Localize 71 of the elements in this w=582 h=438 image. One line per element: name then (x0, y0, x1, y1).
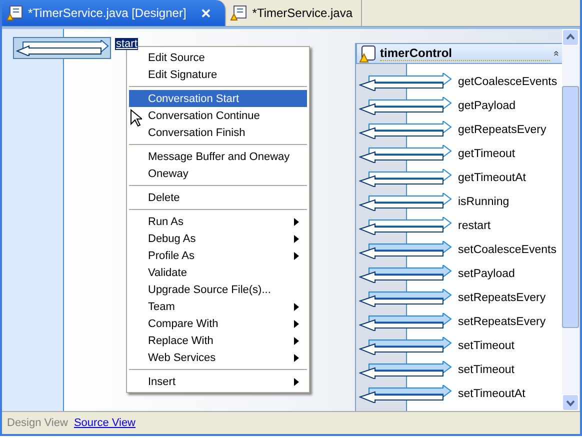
submenu-arrow-icon (294, 302, 299, 310)
start-label[interactable]: start (115, 38, 138, 50)
menu-item[interactable]: Compare With (129, 315, 307, 332)
double-arrow-icon (359, 265, 453, 283)
panel-title: timerControl (380, 46, 550, 61)
method-label[interactable]: getTimeout (458, 148, 516, 160)
menu-item[interactable]: Web Services (129, 349, 307, 366)
double-arrow-icon (15, 40, 109, 56)
menu-item[interactable]: Oneway (129, 165, 307, 182)
mouse-cursor-icon (130, 109, 142, 127)
control-warning-icon (359, 44, 377, 62)
double-arrow-icon (359, 121, 453, 139)
menu-item[interactable]: Insert (129, 373, 307, 390)
double-arrow-icon (359, 241, 453, 259)
menu-item[interactable]: Message Buffer and Oneway (129, 148, 307, 165)
double-arrow-icon (359, 337, 453, 355)
submenu-arrow-icon (294, 234, 299, 242)
menu-item[interactable]: Profile As (129, 247, 307, 264)
panel-header[interactable]: timerControl « (356, 43, 564, 64)
method-label[interactable]: getRepeatsEvery (458, 124, 546, 136)
submenu-arrow-icon (294, 354, 299, 362)
scroll-down-icon[interactable] (562, 394, 579, 411)
method-label[interactable]: setRepeatsEvery (458, 292, 546, 304)
scrollbar[interactable] (562, 29, 579, 411)
double-arrow-icon (359, 217, 453, 235)
menu-item[interactable]: Debug As (129, 230, 307, 247)
double-arrow-icon (359, 97, 453, 115)
view-link[interactable]: Source View (74, 417, 136, 429)
double-arrow-icon (359, 289, 453, 307)
double-arrow-icon (359, 145, 453, 163)
method-label[interactable]: getCoalesceEvents (458, 76, 558, 88)
double-arrow-icon (359, 73, 453, 91)
method-label[interactable]: setPayload (458, 268, 515, 280)
menu-item[interactable]: Delete (129, 189, 307, 206)
method-label[interactable]: setTimeout (458, 340, 514, 352)
submenu-arrow-icon (294, 252, 299, 260)
menu-item[interactable]: Validate (129, 264, 307, 281)
double-arrow-icon (359, 385, 453, 403)
method-label[interactable]: setRepeatsEvery (458, 316, 546, 328)
menu-item[interactable]: Upgrade Source File(s)... (129, 281, 307, 298)
submenu-arrow-icon (294, 378, 299, 386)
method-label[interactable]: setTimeout (458, 364, 514, 376)
method-label[interactable]: setTimeoutAt (458, 388, 526, 400)
method-label[interactable]: isRunning (458, 196, 510, 208)
file-warning-icon (230, 5, 248, 21)
double-arrow-icon (359, 169, 453, 187)
double-arrow-icon (359, 361, 453, 379)
menu-item[interactable]: Conversation Continue (129, 107, 307, 124)
file-warning-icon (6, 5, 24, 21)
method-label[interactable]: restart (458, 220, 491, 232)
double-arrow-icon (359, 313, 453, 331)
submenu-arrow-icon (294, 320, 299, 328)
submenu-arrow-icon (294, 336, 299, 344)
double-arrow-icon (359, 193, 453, 211)
menu-item[interactable]: Conversation Finish (129, 124, 307, 141)
collapse-button[interactable]: « (550, 50, 562, 56)
method-label[interactable]: setCoalesceEvents (458, 244, 556, 256)
menu-item[interactable]: Replace With (129, 332, 307, 349)
menu-item[interactable]: Team (129, 298, 307, 315)
submenu-arrow-icon (294, 218, 299, 226)
menu-item[interactable]: Run As (129, 213, 307, 230)
menu-item[interactable]: Edit Signature (129, 66, 307, 83)
editor-tab[interactable]: *TimerService.java [Designer] ✕ (2, 0, 226, 26)
method-label[interactable]: getTimeoutAt (458, 172, 526, 184)
close-button[interactable]: ✕ (200, 6, 212, 20)
menu-item[interactable]: Edit Source (129, 49, 307, 66)
method-label[interactable]: getPayload (458, 100, 516, 112)
start-node[interactable] (13, 37, 111, 59)
scroll-up-icon[interactable] (562, 29, 579, 46)
menu-item[interactable]: Conversation Start (129, 90, 307, 107)
editor-tab[interactable]: *TimerService.java (226, 0, 362, 26)
